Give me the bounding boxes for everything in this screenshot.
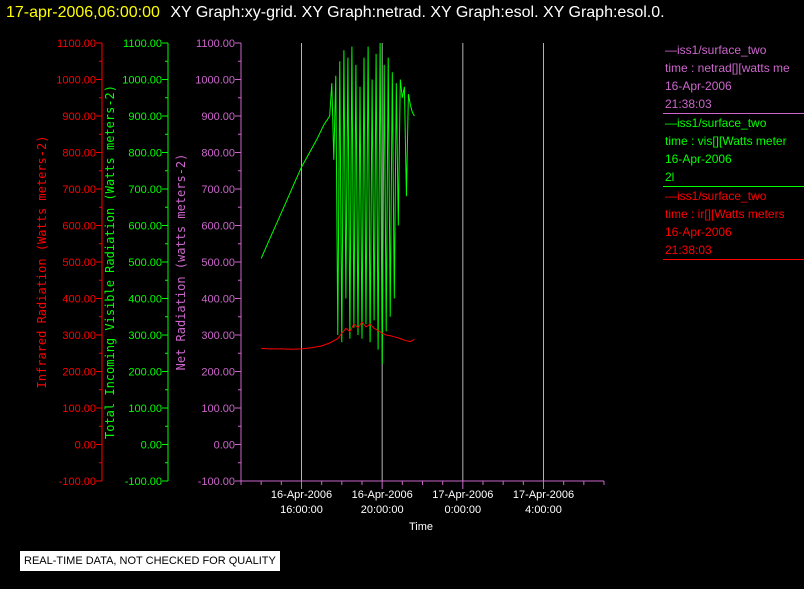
legend-line: time : netrad[][watts me [665, 61, 790, 75]
ir-tick-label: 700.00 [62, 184, 96, 196]
vis-tick-label: 1000.00 [122, 75, 162, 87]
ir-tick-label: 1000.00 [56, 75, 96, 87]
legend-line: —iss1/surface_two [665, 43, 767, 57]
net-tick-label: 900.00 [201, 111, 235, 123]
vis-tick-label: 500.00 [128, 257, 162, 269]
legend-line: time : vis[][Watts meter [665, 134, 787, 148]
ir-tick-label: 200.00 [62, 367, 96, 379]
ir-tick-label: 1100.00 [57, 38, 96, 50]
ir-axis-label: Infrared Radiation (Watts meters-2) [35, 136, 49, 389]
legend-line: —iss1/surface_two [665, 189, 767, 203]
legend-line: 16-Apr-2006 [665, 79, 732, 93]
ir-tick-label: 300.00 [62, 330, 96, 342]
vis-tick-label: 700.00 [128, 184, 162, 196]
ir-tick-label: -100.00 [59, 476, 96, 488]
vis-tick-label: 400.00 [128, 294, 162, 306]
ir-tick-label: 100.00 [62, 403, 96, 415]
vis-tick-label: 900.00 [128, 111, 162, 123]
vis-tick-label: 800.00 [128, 148, 162, 160]
ir-tick-label: 0.00 [75, 440, 96, 452]
net-tick-label: 1000.00 [195, 75, 235, 87]
x-tick-label-date: 17-Apr-2006 [432, 489, 493, 501]
net-axis-label: Net Radiation (watts meters-2) [174, 154, 188, 371]
series-line-vis [260, 42, 415, 365]
vis-tick-label: -100.00 [125, 476, 162, 488]
vis-axis-label: Total Incoming Visible Radiation (Watts … [103, 85, 117, 439]
vis-tick-label: 0.00 [141, 440, 162, 452]
x-tick-label-time: 0:00:00 [444, 504, 481, 516]
vis-tick-label: 1100.00 [123, 38, 162, 50]
legend-entry: —iss1/surface_twotime : netrad[][watts m… [663, 41, 804, 114]
x-tick-label-date: 16-Apr-2006 [271, 489, 332, 501]
x-tick-label-date: 16-Apr-2006 [352, 489, 413, 501]
ir-tick-label: 500.00 [62, 257, 96, 269]
ir-tick-label: 900.00 [62, 111, 96, 123]
net-tick-label: 0.00 [214, 440, 235, 452]
x-tick-label-date: 17-Apr-2006 [513, 489, 574, 501]
vis-tick-label: 100.00 [128, 403, 162, 415]
legend-entry: —iss1/surface_twotime : ir[][Watts meter… [663, 187, 804, 260]
net-tick-label: 500.00 [201, 257, 235, 269]
legend-line: 21:38:03 [665, 97, 712, 111]
net-tick-label: -100.00 [198, 476, 235, 488]
ir-tick-label: 600.00 [62, 221, 96, 233]
legend-line: 2l [665, 170, 675, 184]
vis-tick-label: 300.00 [128, 330, 162, 342]
net-tick-label: 300.00 [201, 330, 235, 342]
ir-tick-label: 400.00 [62, 294, 96, 306]
x-axis-label: Time [409, 521, 433, 533]
x-tick-label-time: 16:00:00 [280, 504, 323, 516]
ir-tick-label: 800.00 [62, 148, 96, 160]
net-tick-label: 200.00 [201, 367, 235, 379]
legend-line: 16-Apr-2006 [665, 225, 732, 239]
quality-note: REAL-TIME DATA, NOT CHECKED FOR QUALITY [20, 551, 280, 571]
net-tick-label: 700.00 [201, 184, 235, 196]
legend-line: time : ir[][Watts meters [665, 207, 785, 221]
legend-line: —iss1/surface_two [665, 116, 767, 130]
x-tick-label-time: 20:00:00 [361, 504, 404, 516]
x-tick-label-time: 4:00:00 [525, 504, 562, 516]
legend-line: 21:38:03 [665, 243, 712, 257]
net-tick-label: 100.00 [201, 403, 235, 415]
legend: —iss1/surface_twotime : netrad[][watts m… [663, 41, 804, 260]
net-tick-label: 600.00 [201, 221, 235, 233]
net-tick-label: 400.00 [201, 294, 235, 306]
net-tick-label: 1100.00 [196, 38, 235, 50]
vis-tick-label: 200.00 [128, 367, 162, 379]
legend-line: 16-Apr-2006 [665, 152, 732, 166]
vis-tick-label: 600.00 [128, 221, 162, 233]
legend-entry: —iss1/surface_twotime : vis[][Watts mete… [663, 114, 804, 187]
net-tick-label: 800.00 [201, 148, 235, 160]
